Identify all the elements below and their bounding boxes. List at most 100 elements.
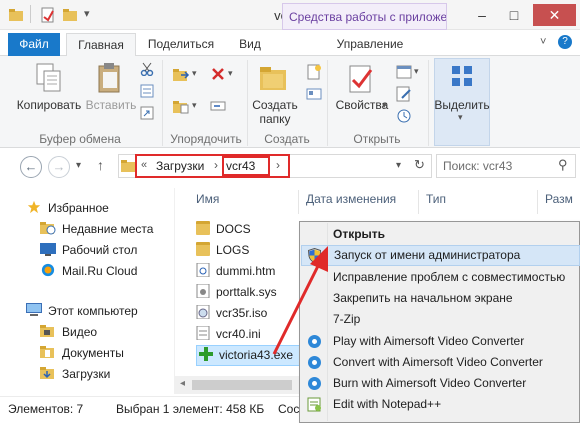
select-all-icon <box>452 66 472 86</box>
scroll-left-icon[interactable]: ◂ <box>180 378 185 389</box>
file-row[interactable]: vcr35r.iso <box>196 305 267 323</box>
breadcrumb-vcr43[interactable]: vcr43 <box>226 159 255 173</box>
exe-file-icon <box>199 347 213 361</box>
file-row[interactable]: vcr40.ini <box>196 326 261 344</box>
refresh-button[interactable]: ↻ <box>414 157 425 173</box>
address-dropdown[interactable]: ▾ <box>396 160 401 171</box>
nav-video[interactable]: Видео <box>40 324 97 342</box>
menu-item-troubleshoot-compatibility[interactable]: Исправление проблем с совместимостью <box>301 267 580 288</box>
column-name[interactable]: Имя <box>196 192 219 210</box>
nav-computer[interactable]: Этот компьютер <box>26 303 138 321</box>
delete-dropdown-icon[interactable]: ▾ <box>228 68 233 79</box>
search-icon[interactable]: ⚲ <box>558 157 568 173</box>
file-row[interactable]: porttalk.sys <box>196 284 277 302</box>
menu-item-convert-aimersoft[interactable]: Convert with Aimersoft Video Converter <box>301 352 580 373</box>
new-folder-label-line2: папку <box>259 112 291 126</box>
copy-to-icon[interactable] <box>172 98 190 116</box>
up-button[interactable]: ↑ <box>97 157 104 173</box>
copy-button[interactable]: Копировать <box>12 98 86 112</box>
paste-button[interactable]: Вставить <box>84 98 138 112</box>
html-file-icon <box>196 263 210 277</box>
file-name: vcr35r.iso <box>216 306 268 320</box>
select-button-label: Выделить <box>434 98 490 112</box>
open-icon[interactable] <box>396 64 412 80</box>
file-name: vcr40.ini <box>216 327 261 341</box>
nav-documents[interactable]: Документы <box>40 345 124 363</box>
nav-downloads[interactable]: Загрузки <box>40 366 110 384</box>
cut-icon[interactable] <box>140 62 154 76</box>
history-dropdown[interactable]: ▾ <box>76 160 81 171</box>
forward-button[interactable]: → <box>48 156 70 178</box>
organize-group-label: Упорядочить <box>170 132 242 146</box>
breadcrumb-downloads[interactable]: Загрузки <box>156 159 204 173</box>
nav-video-label: Видео <box>62 325 98 339</box>
edit-icon[interactable] <box>396 86 412 102</box>
annotation-arrow <box>272 246 328 355</box>
close-button[interactable]: ✕ <box>533 4 576 26</box>
scroll-thumb[interactable] <box>192 380 292 390</box>
move-to-dropdown-icon[interactable]: ▾ <box>192 68 197 79</box>
menu-item-label: Закрепить на начальном экране <box>333 291 513 305</box>
status-item-count: Элементов: 7 <box>8 402 84 416</box>
copy-path-icon[interactable] <box>140 84 154 98</box>
menu-item-open[interactable]: Открыть <box>301 224 580 245</box>
new-item-icon[interactable] <box>306 64 322 80</box>
help-icon[interactable]: ? <box>558 35 572 49</box>
ribbon-expand-icon[interactable]: ˅ <box>540 36 546 48</box>
mailru-cloud-icon <box>41 263 55 277</box>
menu-item-label: Burn with Aimersoft Video Converter <box>333 376 527 390</box>
tab-home[interactable]: Главная <box>66 33 136 56</box>
tab-file[interactable]: Файл <box>8 33 60 56</box>
menu-item-notepadpp[interactable]: Edit with Notepad++ <box>301 394 580 415</box>
menu-item-play-aimersoft[interactable]: Play with Aimersoft Video Converter <box>301 331 580 352</box>
back-button[interactable]: ← <box>20 156 42 178</box>
group-separator <box>162 60 163 146</box>
nav-favorites[interactable]: Избранное <box>26 200 109 218</box>
nav-mailru[interactable]: Mail.Ru Cloud <box>40 263 137 281</box>
copy-to-dropdown-icon[interactable]: ▾ <box>192 100 197 111</box>
application-tools-tab[interactable]: Средства работы с приложе... <box>282 3 447 30</box>
ini-file-icon <box>196 326 210 340</box>
open-dropdown-icon[interactable]: ▾ <box>414 66 419 77</box>
file-name: DOCS <box>216 222 251 236</box>
menu-item-pin-to-start[interactable]: Закрепить на начальном экране <box>301 288 580 309</box>
easy-access-icon[interactable] <box>306 86 322 102</box>
tab-share[interactable]: Поделиться <box>141 33 221 56</box>
breadcrumb-separator[interactable]: › <box>214 158 218 172</box>
file-row[interactable]: DOCS <box>196 221 251 239</box>
column-date[interactable]: Дата изменения <box>306 192 396 210</box>
breadcrumb-separator[interactable]: › <box>276 158 280 172</box>
tab-manage[interactable]: Управление <box>330 33 410 56</box>
nav-favorites-label: Избранное <box>48 201 109 215</box>
search-input[interactable]: Поиск: vcr43 <box>436 154 576 178</box>
open-group-label: Открыть <box>353 132 401 146</box>
file-row[interactable]: dummi.htm <box>196 263 275 281</box>
menu-item-run-as-admin[interactable]: Запуск от имени администратора <box>301 245 580 266</box>
paste-shortcut-icon[interactable] <box>140 106 154 120</box>
rename-icon[interactable] <box>210 98 226 114</box>
menu-item-burn-aimersoft[interactable]: Burn with Aimersoft Video Converter <box>301 373 580 394</box>
tab-view[interactable]: Вид <box>230 33 270 56</box>
properties-dropdown-icon[interactable]: ▾ <box>382 100 387 111</box>
history-icon[interactable] <box>396 108 412 124</box>
column-type[interactable]: Тип <box>426 192 446 210</box>
minimize-button[interactable]: – <box>467 4 497 26</box>
folder-icon <box>196 221 210 235</box>
recent-places-icon <box>40 222 56 235</box>
status-extra: Сос <box>278 402 300 416</box>
nav-desktop[interactable]: Рабочий стол <box>40 242 137 260</box>
new-folder-button[interactable]: Создать папку <box>248 98 302 126</box>
breadcrumb-overflow[interactable]: « <box>141 159 147 171</box>
nav-mailru-label: Mail.Ru Cloud <box>62 264 138 278</box>
notepadpp-icon <box>307 397 321 412</box>
column-size[interactable]: Разм <box>545 192 573 210</box>
menu-item-label: Convert with Aimersoft Video Converter <box>333 355 543 369</box>
move-to-icon[interactable] <box>172 66 190 84</box>
maximize-button[interactable]: □ <box>499 4 529 26</box>
file-row[interactable]: LOGS <box>196 242 249 260</box>
menu-item-label: Запуск от имени администратора <box>334 248 521 262</box>
nav-recent[interactable]: Недавние места <box>40 221 153 239</box>
delete-icon[interactable] <box>210 66 226 82</box>
search-placeholder: Поиск: vcr43 <box>443 159 513 173</box>
menu-item-7zip[interactable]: 7-Zip <box>301 309 580 330</box>
